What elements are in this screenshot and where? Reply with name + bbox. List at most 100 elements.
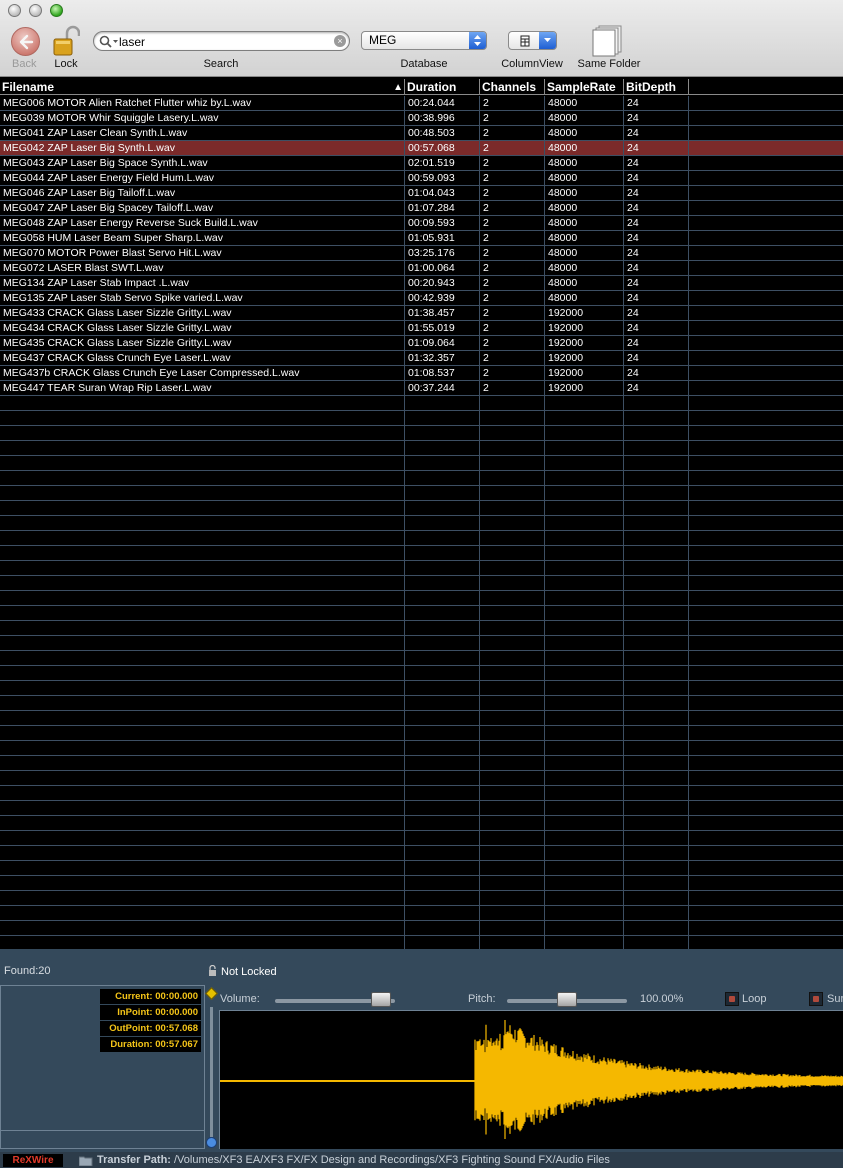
table-cell-duration (405, 771, 480, 786)
table-cell-filename: MEG048 ZAP Laser Energy Reverse Suck Bui… (0, 216, 405, 231)
table-row (0, 921, 843, 936)
table-cell-filename (0, 591, 405, 606)
table-cell-duration: 01:32.357 (405, 351, 480, 366)
table-cell-channels (480, 756, 545, 771)
close-window-button[interactable] (8, 4, 21, 17)
search-input[interactable] (119, 34, 324, 49)
column-header-bitdepth[interactable]: BitDepth (624, 79, 689, 95)
search-field[interactable]: × (93, 31, 350, 51)
rexwire-logo[interactable]: ReXWire (3, 1154, 63, 1167)
columnview-select[interactable] (508, 31, 557, 50)
table-row (0, 621, 843, 636)
table-row[interactable]: MEG072 LASER Blast SWT.L.wav 01:00.064 2 48… (0, 261, 843, 276)
table-cell-bitdepth: 24 (624, 381, 689, 396)
table-row[interactable]: MEG047 ZAP Laser Big Spacey Tailoff.L.wa… (0, 201, 843, 216)
table-row[interactable]: MEG433 CRACK Glass Laser Sizzle Gritty.L… (0, 306, 843, 321)
table-row (0, 561, 843, 576)
zoom-scroller[interactable] (205, 987, 218, 1149)
table-cell-samplerate: 192000 (545, 381, 624, 396)
table-cell-empty (689, 411, 843, 426)
table-row[interactable]: MEG041 ZAP Laser Clean Synth.L.wav 00:48.… (0, 126, 843, 141)
pitch-value: 100.00% (640, 993, 684, 1005)
table-cell-empty (689, 231, 843, 246)
table-cell-channels: 2 (480, 246, 545, 261)
column-header-channels[interactable]: Channels (480, 79, 545, 95)
table-cell-empty (689, 426, 843, 441)
sur-checkbox[interactable] (809, 992, 823, 1006)
table-cell-channels (480, 681, 545, 696)
table-cell-bitdepth: 24 (624, 231, 689, 246)
table-row[interactable]: MEG043 ZAP Laser Big Space Synth.L.wav 02… (0, 156, 843, 171)
table-row[interactable]: MEG437b CRACK Glass Crunch Eye Laser Com… (0, 366, 843, 381)
table-row[interactable]: MEG042 ZAP Laser Big Synth.L.wav 00:57.06… (0, 141, 843, 156)
column-header-filename[interactable]: Filename ▲ (0, 79, 405, 95)
zoom-window-button[interactable] (50, 4, 63, 17)
table-cell-empty (689, 366, 843, 381)
table-body: MEG006 MOTOR Alien Ratchet Flutter whiz … (0, 96, 843, 949)
column-header-duration[interactable]: Duration (405, 79, 480, 95)
table-cell-bitdepth: 24 (624, 186, 689, 201)
table-cell-samplerate: 48000 (545, 216, 624, 231)
table-row[interactable]: MEG447 TEAR Suran Wrap Rip Laser.L.wav 00… (0, 381, 843, 396)
minimize-window-button[interactable] (29, 4, 42, 17)
pitch-slider-thumb[interactable] (557, 992, 577, 1007)
table-row[interactable]: MEG434 CRACK Glass Laser Sizzle Gritty.L… (0, 321, 843, 336)
table-row[interactable]: MEG048 ZAP Laser Energy Reverse Suck Bui… (0, 216, 843, 231)
database-select[interactable]: MEG (361, 31, 487, 50)
table-cell-samplerate: 48000 (545, 291, 624, 306)
table-cell-empty (689, 96, 843, 111)
table-cell-filename (0, 441, 405, 456)
clear-icon[interactable]: × (334, 35, 346, 47)
table-row[interactable]: MEG046 ZAP Laser Big Tailoff.L.wav 01:04.… (0, 186, 843, 201)
found-count: Found:20 (4, 965, 51, 977)
transfer-path-value[interactable]: /Volumes/XF3 EA/XF3 FX/FX Design and Rec… (174, 1154, 610, 1166)
table-row[interactable]: MEG039 MOTOR Whir Squiggle Lasery.L.wav 0… (0, 111, 843, 126)
table-row[interactable]: MEG070 MOTOR Power Blast Servo Hit.L.wav… (0, 246, 843, 261)
table-cell-filename: MEG006 MOTOR Alien Ratchet Flutter whiz … (0, 96, 405, 111)
table-cell-filename (0, 456, 405, 471)
table-row[interactable]: MEG006 MOTOR Alien Ratchet Flutter whiz … (0, 96, 843, 111)
zoom-thumb[interactable] (206, 1137, 217, 1148)
table-row (0, 591, 843, 606)
table-row[interactable]: MEG134 ZAP Laser Stab Impact .L.wav 00:20… (0, 276, 843, 291)
table-cell-samplerate (545, 576, 624, 591)
waveform-display[interactable] (219, 1010, 843, 1149)
zoom-track[interactable] (210, 1007, 213, 1137)
table-cell-channels: 2 (480, 96, 545, 111)
table-row (0, 756, 843, 771)
table-row (0, 516, 843, 531)
lock-button[interactable] (52, 25, 81, 57)
table-cell-empty (689, 726, 843, 741)
table-cell-duration: 02:01.519 (405, 156, 480, 171)
back-button[interactable] (11, 27, 40, 56)
sort-ascending-icon: ▲ (393, 82, 403, 93)
lock-status[interactable]: Not Locked (208, 965, 277, 978)
table-cell-duration: 00:20.943 (405, 276, 480, 291)
table-cell-channels: 2 (480, 171, 545, 186)
table-cell-samplerate (545, 816, 624, 831)
table-row[interactable]: MEG058 HUM Laser Beam Super Sharp.L.wav 0… (0, 231, 843, 246)
table-cell-filename (0, 846, 405, 861)
table-cell-bitdepth (624, 681, 689, 696)
table-row[interactable]: MEG044 ZAP Laser Energy Field Hum.L.wav 0… (0, 171, 843, 186)
table-cell-empty (689, 876, 843, 891)
table-cell-samplerate (545, 546, 624, 561)
table-cell-empty (689, 801, 843, 816)
loop-checkbox[interactable] (725, 992, 739, 1006)
table-row (0, 396, 843, 411)
volume-slider-thumb[interactable] (370, 992, 391, 1007)
table-row (0, 576, 843, 591)
player-panel: Found:20 Not Locked Current: 00:00.000 I… (0, 949, 843, 1168)
diamond-marker-icon[interactable] (205, 987, 218, 1000)
table-cell-empty (689, 351, 843, 366)
table-row[interactable]: MEG435 CRACK Glass Laser Sizzle Gritty.L… (0, 336, 843, 351)
table-cell-bitdepth (624, 576, 689, 591)
table-row[interactable]: MEG135 ZAP Laser Stab Servo Spike varied… (0, 291, 843, 306)
magnifier-icon[interactable] (99, 35, 119, 48)
table-cell-samplerate (545, 801, 624, 816)
table-row[interactable]: MEG437 CRACK Glass Crunch Eye Laser.L.wa… (0, 351, 843, 366)
same-folder-button[interactable] (590, 25, 626, 57)
column-header-samplerate[interactable]: SampleRate (545, 79, 624, 95)
table-cell-filename (0, 771, 405, 786)
table-cell-channels (480, 831, 545, 846)
